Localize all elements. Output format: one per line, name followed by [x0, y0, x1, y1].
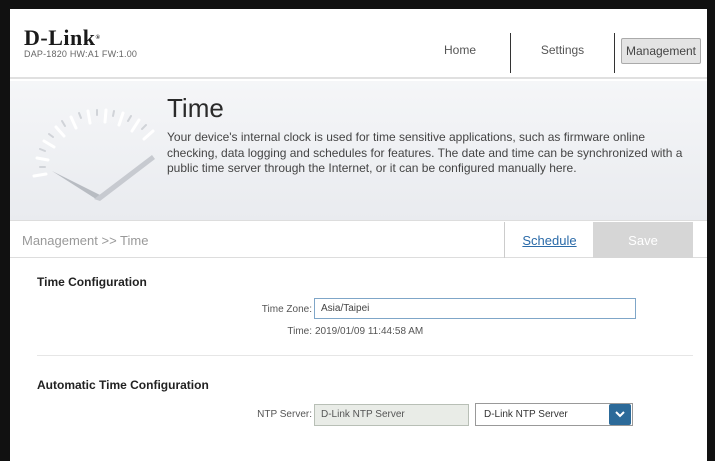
nav-home[interactable]: Home — [420, 33, 500, 73]
save-button[interactable]: Save — [593, 222, 693, 258]
chevron-down-icon — [615, 411, 625, 418]
auto-time-config-title: Automatic Time Configuration — [37, 378, 209, 392]
time-label: Time: — [287, 326, 312, 337]
page-description: Your device's internal clock is used for… — [167, 130, 683, 175]
current-time-value: 2019/01/09 11:44:58 AM — [315, 326, 424, 337]
ntp-server-input: D-Link NTP Server — [314, 404, 469, 426]
schedule-link[interactable]: Schedule — [504, 222, 594, 258]
page-title: Time — [167, 93, 224, 123]
top-header: D-Link® DAP-1820 HW:A1 FW:1.00 Home Sett… — [10, 9, 707, 79]
model-info: DAP-1820 HW:A1 FW:1.00 — [24, 49, 138, 59]
dlink-logo: D-Link® — [24, 25, 101, 50]
page-banner: Time Your device's internal clock is use… — [10, 81, 707, 221]
section-divider — [37, 355, 693, 356]
clock-icon — [32, 108, 155, 201]
nav-management[interactable]: Management — [614, 33, 707, 73]
breadcrumb: Management >> Time — [22, 233, 149, 248]
ntp-server-label: NTP Server: — [257, 409, 312, 420]
time-zone-field[interactable]: Asia/Taipei — [314, 298, 636, 319]
nav-settings[interactable]: Settings — [510, 33, 614, 73]
time-zone-label: Time Zone: — [261, 304, 312, 315]
action-bar: Management >> Time Schedule Save — [10, 222, 707, 258]
time-config-title: Time Configuration — [37, 275, 147, 289]
ntp-select-toggle[interactable] — [609, 404, 631, 425]
